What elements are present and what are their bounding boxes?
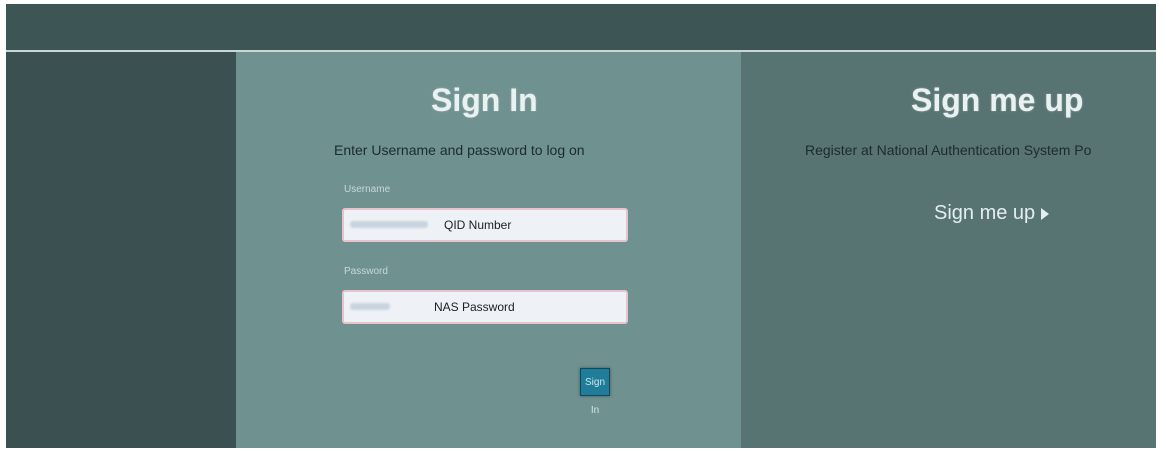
signin-subtitle: Enter Username and password to log on	[334, 142, 585, 158]
signin-title: Sign In	[431, 82, 538, 118]
login-page: Sign In Enter Username and password to l…	[0, 0, 1166, 451]
password-input[interactable]: NAS Password	[342, 290, 628, 324]
left-column	[6, 52, 236, 448]
username-prefill	[350, 221, 428, 228]
password-prefill	[350, 303, 390, 310]
signup-title: Sign me up	[911, 82, 1084, 118]
signin-panel: Sign In Enter Username and password to l…	[236, 52, 741, 448]
main-area: Sign In Enter Username and password to l…	[6, 52, 1156, 448]
username-label: Username	[344, 184, 391, 195]
signup-link[interactable]: Sign me up	[934, 202, 1050, 225]
signup-subtitle: Register at National Authentication Syst…	[805, 142, 1092, 158]
signup-link-label: Sign me up	[934, 202, 1036, 224]
username-input[interactable]: QID Number	[342, 208, 628, 242]
top-bar	[6, 4, 1156, 52]
arrow-right-icon	[1041, 207, 1050, 220]
signup-panel: Sign me up Register at National Authenti…	[741, 52, 1156, 448]
password-placeholder: NAS Password	[434, 300, 515, 314]
signin-button[interactable]: Sign In	[580, 368, 610, 416]
password-label: Password	[344, 266, 388, 277]
username-placeholder: QID Number	[444, 218, 512, 232]
